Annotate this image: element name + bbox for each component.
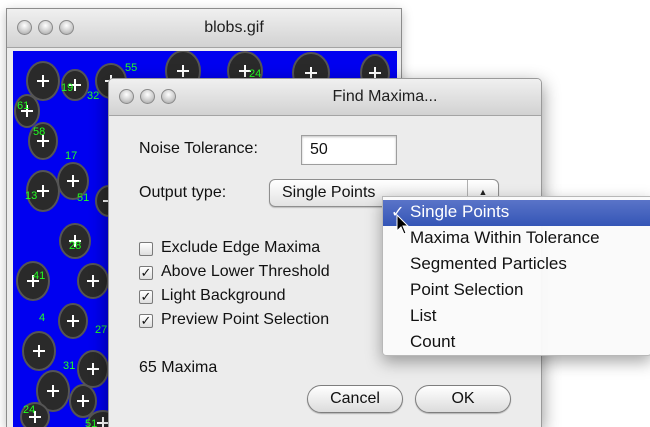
menu-item-label: Maxima Within Tolerance (410, 228, 600, 247)
output-type-value: Single Points (282, 184, 376, 201)
image-window-titlebar[interactable]: blobs.gif (7, 9, 401, 48)
output-type-menu: ✓ Single Points Maxima Within Tolerance … (382, 196, 650, 356)
menu-item-label: List (410, 306, 437, 325)
menu-item-segmented-particles[interactable]: Segmented Particles (383, 252, 650, 278)
arrow-cursor-icon (396, 214, 410, 235)
menu-item-count[interactable]: Count (383, 330, 650, 356)
maximum-label: 17 (65, 150, 77, 162)
light-background-checkbox[interactable]: ✓ (139, 290, 153, 304)
preview-point-selection-label: Preview Point Selection (161, 311, 330, 328)
image-window-title: blobs.gif (204, 19, 264, 36)
above-lower-threshold-checkbox[interactable]: ✓ (139, 266, 153, 280)
maximum-label: 13 (25, 190, 37, 202)
maximum-label: 61 (17, 100, 29, 112)
ok-button[interactable]: OK (415, 385, 511, 413)
maximum-label: 41 (33, 270, 45, 282)
noise-tolerance-label: Noise Tolerance: (139, 140, 258, 157)
above-lower-threshold-label: Above Lower Threshold (161, 263, 330, 280)
output-type-label: Output type: (139, 184, 227, 201)
menu-item-label: Count (410, 332, 456, 351)
menu-item-maxima-within-tolerance[interactable]: Maxima Within Tolerance (383, 226, 650, 252)
maximum-label: 32 (87, 90, 99, 102)
maximum-label: 19 (61, 82, 73, 94)
dialog-title: Find Maxima... (332, 88, 438, 105)
menu-item-label: Single Points (410, 202, 510, 221)
menu-item-point-selection[interactable]: Point Selection (383, 278, 650, 304)
exclude-edge-maxima-label: Exclude Edge Maxima (161, 239, 321, 256)
menu-item-list[interactable]: List (383, 304, 650, 330)
exclude-edge-maxima-checkbox[interactable] (139, 242, 153, 256)
menu-item-label: Segmented Particles (410, 254, 567, 273)
maximum-label: 55 (125, 62, 137, 74)
noise-tolerance-input[interactable] (301, 135, 397, 165)
light-background-label: Light Background (161, 287, 286, 304)
dialog-titlebar[interactable]: Find Maxima... (109, 79, 541, 116)
maxima-count-status: 65 Maxima (139, 359, 218, 376)
maximum-label: 31 (63, 360, 75, 372)
maximum-label: 58 (33, 126, 45, 138)
cancel-button[interactable]: Cancel (307, 385, 403, 413)
maximum-label: 28 (69, 240, 81, 252)
menu-item-label: Point Selection (410, 280, 524, 299)
maximum-label: 24 (23, 404, 35, 416)
maximum-label: 27 (95, 324, 107, 336)
preview-point-selection-checkbox[interactable]: ✓ (139, 314, 153, 328)
menu-item-single-points[interactable]: ✓ Single Points (383, 200, 650, 226)
maximum-label: 4 (39, 312, 45, 324)
maximum-label: 51 (77, 192, 89, 204)
